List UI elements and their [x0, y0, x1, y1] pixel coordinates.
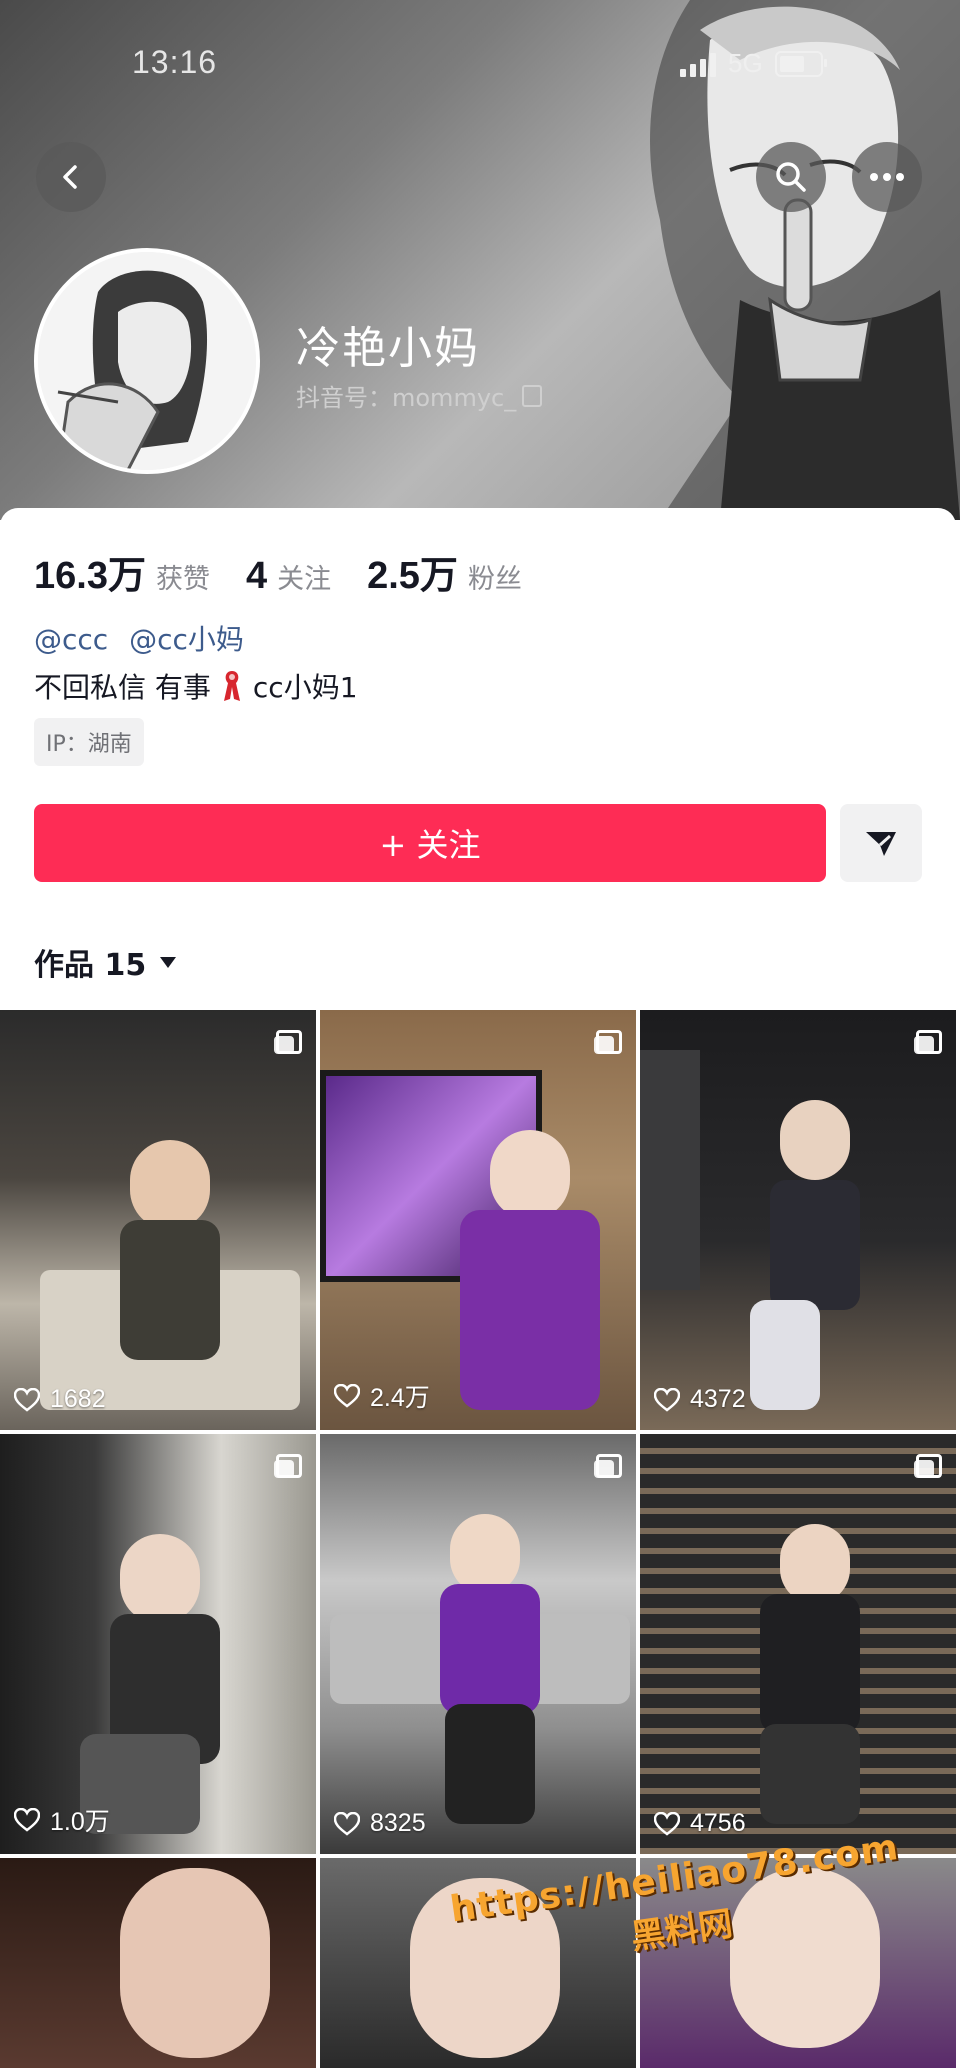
- following-count[interactable]: 4: [246, 555, 267, 598]
- tab-works-label: 作品 15: [34, 948, 147, 983]
- video-tile[interactable]: 4756: [640, 1434, 956, 1854]
- video-likes: 8325: [334, 1809, 426, 1838]
- more-button[interactable]: [852, 142, 922, 212]
- ribbon-emoji-icon: [223, 671, 240, 701]
- video-tile[interactable]: 8325: [320, 1434, 636, 1854]
- video-thumbnail-subject: [440, 1584, 540, 1714]
- video-thumbnail-subject: [750, 1300, 820, 1410]
- search-button[interactable]: [756, 142, 826, 212]
- douyin-id: 抖音号：mommyc_: [296, 378, 543, 413]
- heart-icon: [14, 1387, 40, 1412]
- video-likes: 4756: [654, 1809, 746, 1838]
- video-tile[interactable]: 1.0万: [0, 1434, 316, 1854]
- bio-text-after: cc小妈1: [252, 671, 358, 704]
- multi-photo-icon: [274, 1030, 302, 1054]
- video-thumbnail-subject: [130, 1140, 210, 1230]
- message-button[interactable]: [840, 804, 922, 882]
- video-likes: 1.0万: [14, 1802, 110, 1838]
- video-thumbnail-subject: [120, 1868, 270, 2058]
- video-likes-count: 8325: [370, 1809, 426, 1837]
- mention-link[interactable]: @cc小妈: [129, 623, 244, 656]
- likes-count: 16.3万: [34, 555, 146, 597]
- douyin-id-text: 抖音号：mommyc_: [296, 384, 517, 412]
- multi-photo-icon: [274, 1454, 302, 1478]
- video-thumbnail-subject: [780, 1100, 850, 1180]
- status-time: 13:16: [132, 44, 218, 80]
- video-tile[interactable]: 4372: [640, 1010, 956, 1430]
- followers-count[interactable]: 2.5万: [367, 544, 458, 599]
- tab-works[interactable]: 作品 15: [34, 940, 177, 984]
- video-thumbnail-subject: [460, 1210, 600, 1410]
- video-likes: 4372: [654, 1385, 746, 1414]
- mention-link[interactable]: @ccc: [34, 623, 108, 656]
- avatar-illustration: [38, 252, 256, 470]
- video-likes-count: 1682: [50, 1385, 106, 1413]
- video-tile[interactable]: 1682: [0, 1010, 316, 1430]
- back-button[interactable]: [36, 142, 106, 212]
- chevron-left-icon: [63, 165, 77, 189]
- heart-icon: [654, 1811, 680, 1836]
- search-icon: [776, 162, 806, 192]
- multi-photo-icon: [594, 1454, 622, 1478]
- profile-cover: 13:16 5G 冷艳小妈 抖音号：mommyc_: [0, 0, 960, 520]
- bio-mentions: @ccc @cc小妈: [34, 618, 256, 658]
- video-thumbnail-subject: [770, 1180, 860, 1310]
- multi-photo-icon: [914, 1454, 942, 1478]
- more-dots-icon: [870, 173, 904, 181]
- video-thumbnail-subject: [450, 1514, 520, 1594]
- video-likes-count: 4756: [690, 1809, 746, 1837]
- multi-photo-icon: [594, 1030, 622, 1054]
- multi-photo-icon: [914, 1030, 942, 1054]
- video-thumbnail-subject: [445, 1704, 535, 1824]
- send-icon: [866, 832, 896, 856]
- video-thumbnail: [640, 1050, 700, 1290]
- video-thumbnail-subject: [760, 1594, 860, 1734]
- video-likes-count: 2.4万: [370, 1384, 430, 1412]
- video-likes-count: 4372: [690, 1385, 746, 1413]
- video-thumbnail-subject: [120, 1220, 220, 1360]
- bio-text-before: 不回私信 有事: [34, 671, 211, 704]
- video-thumbnail-subject: [780, 1524, 850, 1604]
- following-label[interactable]: 关注: [277, 557, 331, 596]
- video-likes-count: 1.0万: [50, 1808, 110, 1836]
- heart-icon: [14, 1808, 40, 1832]
- heart-icon: [654, 1387, 680, 1412]
- signal-icon: [680, 51, 716, 77]
- heart-icon: [334, 1811, 360, 1836]
- video-thumbnail-subject: [120, 1534, 200, 1624]
- followers-label[interactable]: 粉丝: [468, 557, 522, 596]
- likes-label: 获赞: [155, 564, 210, 595]
- status-indicators: 5G: [680, 48, 827, 79]
- network-type: 5G: [728, 48, 763, 78]
- bio-text: 不回私信 有事 cc小妈1: [34, 666, 358, 706]
- copy-icon[interactable]: [522, 384, 543, 407]
- caret-down-icon: [160, 956, 177, 968]
- avatar[interactable]: [34, 248, 260, 474]
- video-tile[interactable]: 2.4万: [320, 1010, 636, 1430]
- battery-icon: [774, 50, 827, 77]
- video-thumbnail-subject: [760, 1724, 860, 1824]
- profile-card: 16.3万 获赞 4 关注 2.5万 粉丝 @ccc @cc小妈 不回私信 有事…: [0, 508, 956, 1008]
- video-thumbnail-subject: [490, 1130, 570, 1220]
- follow-button[interactable]: + 关注: [34, 804, 826, 882]
- video-tile[interactable]: [0, 1858, 316, 2068]
- ip-location-badge: IP：湖南: [34, 718, 144, 766]
- heart-icon: [334, 1384, 360, 1408]
- profile-stats: 16.3万 获赞 4 关注 2.5万 粉丝: [34, 544, 558, 599]
- video-likes: 2.4万: [334, 1378, 430, 1414]
- nickname: 冷艳小妈: [296, 323, 480, 374]
- video-likes: 1682: [14, 1385, 106, 1414]
